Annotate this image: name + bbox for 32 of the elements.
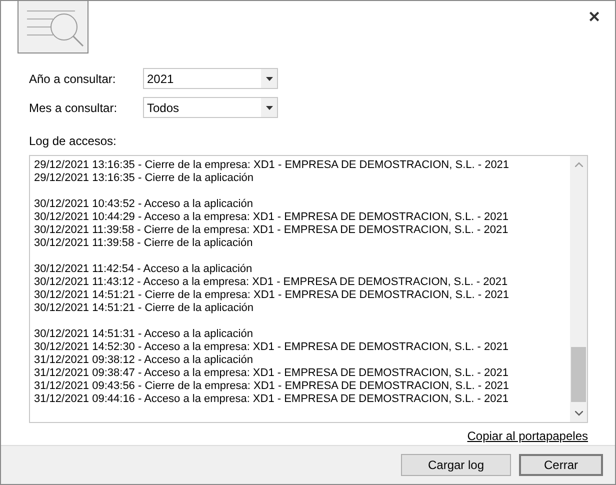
log-line: 30/12/2021 11:39:58 - Cierre de la empresa: XD1 - EMPRESA DE DEMOSTRACION, S.L. - 2021 [34, 224, 510, 238]
dropdown-arrow-icon [266, 106, 272, 110]
dropdown-field[interactable]: Todos [143, 97, 278, 118]
log-line: 30/12/2021 14:52:30 - Acceso a la empresa: XD1 - EMPRESA DE DEMOSTRACION, S.L. - 2021 [34, 341, 510, 354]
dropdown-field[interactable]: 2021 [143, 68, 278, 90]
scrollbar[interactable] [570, 156, 587, 422]
log-line: 31/12/2021 09:38:12 - Acceso a la aplicación [34, 354, 254, 368]
log-line: 31/12/2021 09:43:56 - Cierre de la empresa: XD1 - EMPRESA DE DEMOSTRACION, S.L. - 2021 [34, 380, 510, 394]
field-label: Mes a consultar: [29, 100, 118, 117]
log-line: 30/12/2021 14:51:21 - Cierre de la empresa: XD1 - EMPRESA DE DEMOSTRACION, S.L. - 2021 [34, 289, 510, 302]
dialog-button[interactable]: Cargar log [401, 454, 511, 476]
scroll-down-icon[interactable] [574, 410, 582, 416]
log-label: Log de accesos: [28, 133, 118, 150]
log-line: 30/12/2021 14:51:21 - Cierre de la aplicación [34, 302, 255, 316]
log-line: 31/12/2021 09:44:16 - Acceso a la empresa: XD1 - EMPRESA DE DEMOSTRACION, S.L. - 2021 [34, 393, 510, 406]
log-line: 30/12/2021 10:43:52 - Acceso a la aplicación [34, 198, 254, 212]
log-line: 31/12/2021 09:38:47 - Acceso a la empresa: XD1 - EMPRESA DE DEMOSTRACION, S.L. - 2021 [34, 367, 510, 380]
dropdown-arrow-icon [266, 76, 272, 81]
log-line: 29/12/2021 13:16:35 - Cierre de la aplicación [34, 172, 255, 186]
log-line: 30/12/2021 14:51:31 - Acceso a la aplicación [34, 328, 254, 342]
log-line: 30/12/2021 11:42:54 - Acceso a la aplicación [34, 263, 254, 276]
field-label: Año a consultar: [29, 70, 117, 88]
scroll-thumb[interactable] [571, 346, 586, 402]
scroll-up-icon[interactable] [574, 162, 582, 168]
log-line: 30/12/2021 11:43:12 - Acceso a la empresa: XD1 - EMPRESA DE DEMOSTRACION, S.L. - 2021 [34, 276, 509, 290]
log-area[interactable] [29, 155, 588, 423]
log-line: 30/12/2021 11:39:58 - Cierre de la aplicación [34, 237, 254, 250]
dialog-button[interactable]: Cerrar [519, 454, 603, 476]
log-line: 30/12/2021 10:44:29 - Acceso a la empresa: XD1 - EMPRESA DE DEMOSTRACION, S.L. - 2021 [34, 211, 510, 224]
close-button[interactable]: ✕ [582, 5, 607, 32]
copy-link[interactable]: Copiar al portapapeles [467, 426, 588, 445]
log-line: 29/12/2021 13:16:35 - Cierre de la empresa: XD1 - EMPRESA DE DEMOSTRACION, S.L. - 2021 [34, 159, 510, 172]
